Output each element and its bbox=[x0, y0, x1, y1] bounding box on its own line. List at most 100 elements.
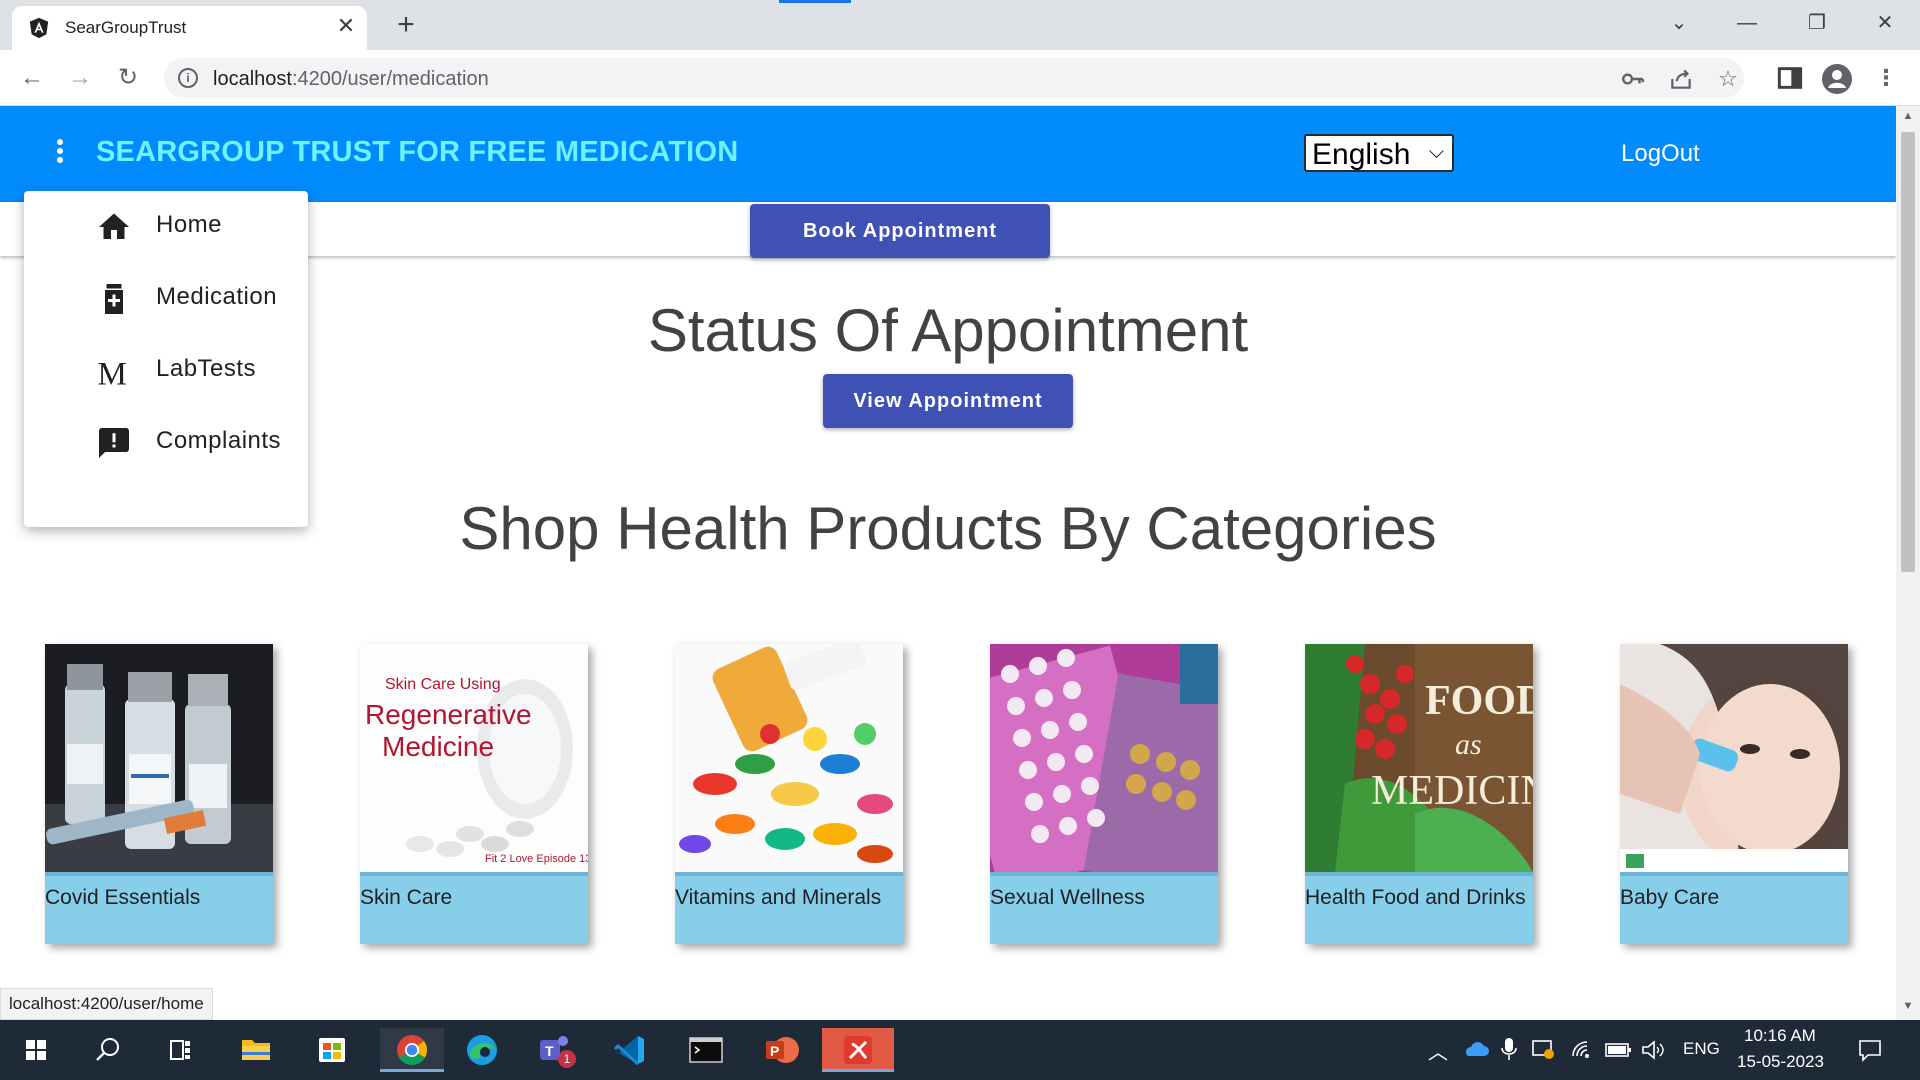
file-explorer-icon[interactable] bbox=[232, 1028, 280, 1072]
menu-dots-icon[interactable]: ⋮ bbox=[1870, 62, 1902, 94]
app-header: SEARGROUP TRUST FOR FREE MEDICATION Engl… bbox=[0, 106, 1896, 202]
svg-text:Regenerative: Regenerative bbox=[365, 699, 532, 730]
menu-item-complaints[interactable]: Complaints bbox=[24, 407, 308, 477]
reload-icon[interactable]: ↻ bbox=[112, 62, 144, 94]
tray-chevron-up-icon[interactable]: ︿ bbox=[1428, 1036, 1448, 1065]
snipping-tool-icon bbox=[844, 1036, 872, 1064]
category-label: Health Food and Drinks bbox=[1305, 886, 1526, 909]
angular-icon bbox=[29, 17, 49, 39]
battery-icon[interactable] bbox=[1604, 1040, 1634, 1060]
menu-toggle-icon[interactable] bbox=[48, 136, 72, 172]
windows-taskbar: T 1 P ︿ ENG 10:16 AM 15-05-2023 bbox=[0, 1020, 1920, 1080]
task-view-icon[interactable] bbox=[156, 1028, 204, 1072]
window-close-icon[interactable]: ✕ bbox=[1860, 6, 1910, 40]
terminal-icon[interactable] bbox=[682, 1028, 730, 1072]
notifications-icon[interactable] bbox=[1856, 1036, 1884, 1064]
app-taskbar-button[interactable] bbox=[822, 1028, 894, 1072]
back-icon[interactable]: ← bbox=[16, 62, 48, 94]
skin-care-image: Skin Care Using Regenerative Medicine Fi… bbox=[360, 644, 588, 872]
category-label-area: Health Food and Drinks bbox=[1305, 872, 1533, 944]
view-appointment-button[interactable]: View Appointment bbox=[823, 374, 1073, 428]
category-card-sexual-wellness[interactable]: Sexual Wellness bbox=[990, 644, 1218, 944]
status-bar-url: localhost:4200/user/home bbox=[0, 988, 213, 1020]
key-icon[interactable] bbox=[1620, 66, 1646, 92]
category-card-vitamins[interactable]: Vitamins and Minerals bbox=[675, 644, 903, 944]
svg-text:FOOD: FOOD bbox=[1425, 678, 1533, 724]
app-title: SEARGROUP TRUST FOR FREE MEDICATION bbox=[96, 136, 739, 168]
category-card-skin-care[interactable]: Skin Care Using Regenerative Medicine Fi… bbox=[360, 644, 588, 944]
url-text[interactable]: localhost:4200/user/medication bbox=[213, 68, 489, 91]
teams-badge: 1 bbox=[558, 1050, 576, 1068]
menu-label: Medication bbox=[156, 283, 278, 310]
clock-time[interactable]: 10:16 AM bbox=[1744, 1026, 1816, 1046]
scroll-up-icon[interactable]: ▲ bbox=[1896, 110, 1920, 126]
profile-avatar[interactable] bbox=[1822, 64, 1852, 94]
baby-care-image bbox=[1620, 644, 1848, 872]
page-viewport: SEARGROUP TRUST FOR FREE MEDICATION Engl… bbox=[0, 106, 1896, 1020]
category-card-baby-care[interactable]: Baby Care bbox=[1620, 644, 1848, 944]
menu-item-medication[interactable]: Medication bbox=[24, 263, 308, 333]
medication-icon bbox=[105, 284, 123, 314]
forward-icon[interactable]: → bbox=[64, 62, 96, 94]
search-icon[interactable] bbox=[84, 1028, 132, 1072]
teams-icon[interactable]: T 1 bbox=[530, 1028, 578, 1072]
labtests-icon: M bbox=[98, 357, 127, 390]
svg-text:Medicine: Medicine bbox=[382, 731, 494, 762]
microsoft-store-icon[interactable] bbox=[308, 1028, 356, 1072]
menu-item-labtests[interactable]: M LabTests bbox=[24, 335, 308, 405]
bookmark-star-icon[interactable]: ☆ bbox=[1715, 66, 1741, 92]
minimize-icon[interactable]: — bbox=[1722, 6, 1772, 40]
scroll-down-icon[interactable]: ▼ bbox=[1896, 1000, 1920, 1016]
category-label: Vitamins and Minerals bbox=[675, 886, 882, 909]
chevron-down-icon: ⌵ bbox=[1428, 141, 1444, 163]
clock-date[interactable]: 15-05-2023 bbox=[1737, 1052, 1824, 1072]
display-icon[interactable] bbox=[1530, 1038, 1556, 1062]
microphone-icon[interactable] bbox=[1500, 1036, 1518, 1062]
category-label: Covid Essentials bbox=[45, 886, 201, 909]
input-language[interactable]: ENG bbox=[1683, 1039, 1720, 1059]
browser-tabstrip: SearGroupTrust ✕ + ⌄ — ❐ ✕ bbox=[0, 0, 1920, 50]
nav-menu: Home Medication M LabTests Complaints bbox=[24, 191, 308, 527]
logout-link[interactable]: LogOut bbox=[1621, 140, 1700, 168]
share-icon[interactable] bbox=[1668, 66, 1694, 92]
address-bar[interactable]: i localhost:4200/user/medication ☆ bbox=[164, 58, 1744, 98]
volume-icon[interactable] bbox=[1640, 1038, 1666, 1062]
svg-text:as: as bbox=[1455, 728, 1482, 761]
svg-text:T: T bbox=[545, 1043, 554, 1059]
tab-title: SearGroupTrust bbox=[65, 18, 187, 37]
category-card-covid[interactable]: Covid Essentials bbox=[45, 644, 273, 944]
restore-icon[interactable]: ❐ bbox=[1792, 6, 1842, 40]
profile-icon bbox=[1828, 70, 1846, 88]
tab-search-icon[interactable]: ⌄ bbox=[1654, 6, 1704, 40]
menu-label: Home bbox=[156, 211, 223, 238]
menu-label: Complaints bbox=[156, 427, 282, 454]
scroll-thumb[interactable] bbox=[1901, 132, 1915, 572]
category-label-area: Skin Care bbox=[360, 872, 588, 944]
loading-indicator bbox=[779, 0, 851, 3]
site-info-icon[interactable]: i bbox=[178, 68, 198, 88]
powerpoint-icon[interactable]: P bbox=[758, 1028, 806, 1072]
language-select[interactable]: English ⌵ bbox=[1304, 134, 1454, 172]
chrome-taskbar-button[interactable] bbox=[380, 1028, 444, 1072]
edge-icon[interactable] bbox=[458, 1028, 506, 1072]
language-value: English bbox=[1312, 138, 1411, 171]
category-label-area: Sexual Wellness bbox=[990, 872, 1218, 944]
category-card-health-food[interactable]: FOOD as MEDICINE Health Food and Drinks bbox=[1305, 644, 1533, 944]
category-label-area: Baby Care bbox=[1620, 872, 1848, 944]
new-tab-button[interactable]: + bbox=[390, 10, 422, 42]
category-label-area: Covid Essentials bbox=[45, 872, 273, 944]
svg-text:M: M bbox=[98, 357, 127, 390]
side-panel-icon[interactable] bbox=[1774, 62, 1806, 94]
onedrive-icon[interactable] bbox=[1462, 1038, 1490, 1060]
windows-start-icon[interactable] bbox=[12, 1028, 60, 1072]
browser-tab[interactable]: SearGroupTrust ✕ bbox=[12, 6, 367, 50]
tab-close-icon[interactable]: ✕ bbox=[334, 14, 358, 38]
wifi-icon[interactable] bbox=[1570, 1038, 1596, 1062]
book-appointment-button[interactable]: Book Appointment bbox=[750, 204, 1050, 258]
page-scrollbar[interactable]: ▲ ▼ bbox=[1896, 106, 1920, 1020]
vscode-icon[interactable] bbox=[606, 1028, 654, 1072]
menu-item-home[interactable]: Home bbox=[24, 191, 308, 261]
chrome-icon bbox=[397, 1035, 427, 1066]
menu-label: LabTests bbox=[156, 355, 257, 382]
svg-text:MEDICINE: MEDICINE bbox=[1371, 768, 1533, 814]
